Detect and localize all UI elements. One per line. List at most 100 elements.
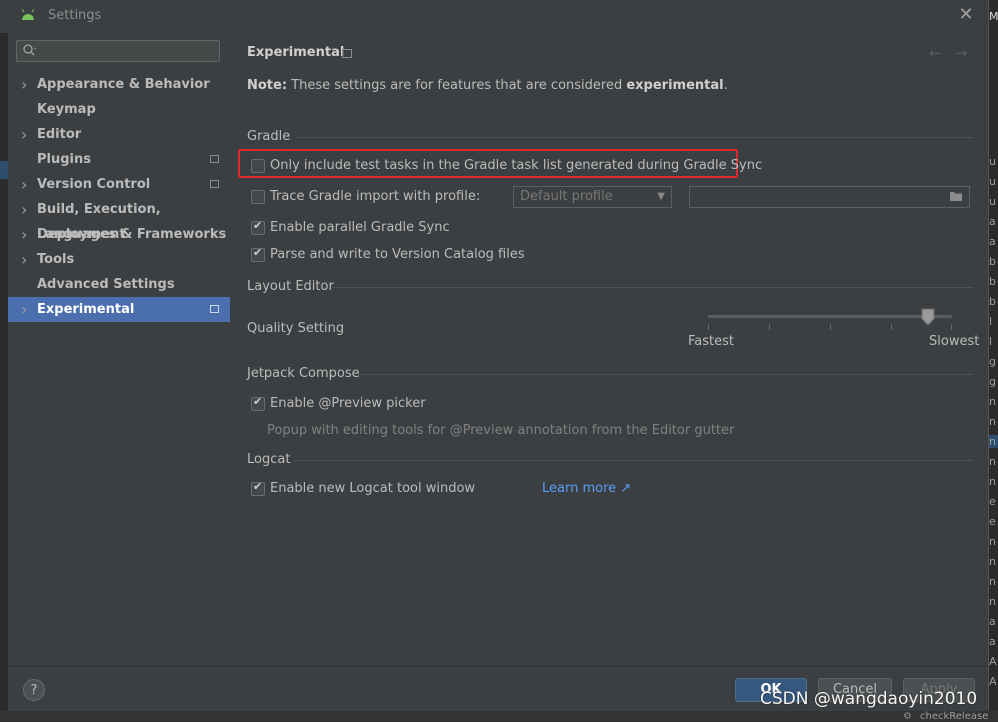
learn-more-link[interactable]: Learn more ↗ — [542, 481, 631, 496]
strip-glyph: a — [989, 235, 996, 248]
page-title: Experimental — [247, 45, 345, 60]
content-panel — [231, 33, 988, 666]
only-test-tasks-checkbox[interactable] — [251, 159, 265, 173]
project-scope-icon — [210, 305, 219, 313]
logcat-section-title: Logcat — [247, 452, 291, 467]
strip-glyph: n — [989, 575, 996, 588]
quality-slider-track[interactable] — [708, 315, 952, 318]
strip-glyph: u — [989, 195, 996, 208]
strip-glyph: g — [989, 355, 996, 368]
slider-min-label: Fastest — [688, 334, 734, 349]
sidebar-item-plugins[interactable]: Plugins — [8, 147, 230, 172]
sidebar-item-label: Plugins — [37, 152, 91, 167]
sidebar-item-label: Advanced Settings — [37, 277, 175, 292]
search-icon — [22, 43, 38, 61]
parallel-sync-label: Enable parallel Gradle Sync — [270, 220, 450, 235]
background-ide-right: M u u u a a b b b l l g g n n n n n e e … — [989, 0, 998, 721]
strip-glyph: b — [989, 295, 996, 308]
sidebar-item-version-control[interactable]: › Version Control — [8, 172, 230, 197]
help-button[interactable]: ? — [23, 679, 45, 701]
sidebar-item-experimental[interactable]: › Experimental — [8, 297, 230, 322]
slider-tick — [951, 324, 952, 330]
close-icon[interactable]: ✕ — [955, 4, 977, 26]
sidebar-item-label: Keymap — [37, 102, 96, 117]
strip-glyph: A — [989, 675, 997, 688]
settings-dialog: Settings ✕ › Appearance & Behavior Keymap ›… — [0, 0, 989, 712]
strip-glyph: e — [989, 495, 996, 508]
strip-glyph: n — [989, 455, 996, 468]
forward-arrow-icon[interactable]: → — [955, 44, 968, 62]
sidebar-item-tools[interactable]: › Tools — [8, 247, 230, 272]
sidebar-item-build-execution-deployment[interactable]: › Build, Execution, Deployment — [8, 197, 230, 242]
sidebar-item-keymap[interactable]: Keymap — [8, 97, 230, 122]
strip-glyph: l — [989, 315, 993, 328]
gradle-section-title: Gradle — [247, 129, 291, 144]
gradle-separator — [296, 137, 973, 138]
sidebar-item-label: Version Control — [37, 177, 151, 192]
csdn-watermark: CSDN @wangdaoyin2010 — [760, 689, 978, 709]
chevron-right-icon[interactable]: › — [21, 72, 27, 97]
compose-separator — [358, 374, 973, 375]
sidebar-item-editor[interactable]: › Editor — [8, 122, 230, 147]
project-scope-icon — [210, 180, 219, 188]
strip-glyph: g — [989, 375, 996, 388]
sidebar-item-advanced-settings[interactable]: Advanced Settings — [8, 272, 230, 297]
sidebar-item-languages-frameworks[interactable]: › Languages & Frameworks — [8, 222, 230, 247]
note-end: . — [723, 78, 728, 93]
strip-glyph: u — [989, 155, 996, 168]
profile-dropdown-value: Default profile — [520, 189, 613, 204]
project-scope-icon — [342, 49, 352, 58]
chevron-right-icon[interactable]: › — [21, 297, 27, 322]
strip-glyph: n — [989, 595, 996, 608]
strip-glyph: e — [989, 515, 996, 528]
quality-setting-label: Quality Setting — [247, 321, 345, 336]
layout-editor-section-title: Layout Editor — [247, 279, 334, 294]
folder-icon[interactable] — [949, 190, 963, 202]
sidebar-item-label: Experimental — [37, 302, 135, 317]
trace-import-checkbox[interactable] — [251, 190, 265, 204]
gear-icon: ⚙ — [903, 711, 912, 722]
layout-editor-separator — [332, 287, 973, 288]
search-input[interactable] — [16, 40, 220, 62]
chevron-right-icon[interactable]: › — [21, 247, 27, 272]
sidebar-item-label: Appearance & Behavior — [37, 77, 210, 92]
sidebar-item-label: Editor — [37, 127, 82, 142]
preview-picker-description: Popup with editing tools for @Preview an… — [267, 423, 735, 438]
new-logcat-label: Enable new Logcat tool window — [270, 481, 476, 496]
chevron-down-icon: ▼ — [657, 191, 665, 202]
strip-glyph: A — [989, 655, 997, 668]
title-bar: Settings ✕ — [0, 0, 988, 32]
chevron-right-icon[interactable]: › — [21, 122, 27, 147]
strip-glyph: n — [989, 475, 996, 488]
quality-slider-thumb[interactable] — [921, 308, 935, 326]
strip-glyph: a — [989, 615, 996, 628]
strip-glyph: n — [989, 415, 996, 428]
sidebar-item-label: Tools — [37, 252, 75, 267]
profile-path-field[interactable] — [689, 186, 970, 208]
chevron-right-icon[interactable]: › — [21, 172, 27, 197]
slider-max-label: Slowest — [929, 334, 980, 349]
background-selection — [0, 161, 8, 179]
background-ide-left — [0, 33, 8, 711]
slider-tick — [891, 324, 892, 330]
version-catalog-checkbox[interactable] — [251, 246, 265, 262]
parallel-sync-checkbox[interactable] — [251, 219, 265, 235]
logcat-separator — [294, 460, 973, 461]
note-text: These settings are for features that are… — [287, 78, 627, 93]
project-scope-icon — [210, 155, 219, 163]
note-emphasis: experimental — [626, 78, 724, 93]
background-task-label: checkRelease — [920, 711, 989, 722]
window-title: Settings — [48, 8, 102, 23]
strip-glyph: M — [989, 10, 998, 23]
chevron-right-icon[interactable]: › — [21, 197, 27, 222]
version-catalog-label: Parse and write to Version Catalog files — [270, 247, 525, 262]
back-arrow-icon[interactable]: ← — [929, 44, 942, 62]
note-label: Note: — [247, 78, 288, 93]
preview-picker-checkbox[interactable] — [251, 395, 265, 411]
new-logcat-checkbox[interactable] — [251, 480, 265, 496]
sidebar-item-appearance-behavior[interactable]: › Appearance & Behavior — [8, 72, 230, 97]
android-icon — [20, 8, 36, 26]
chevron-right-icon[interactable]: › — [21, 222, 27, 247]
strip-glyph: b — [989, 275, 996, 288]
profile-dropdown[interactable]: Default profile ▼ — [513, 186, 672, 208]
